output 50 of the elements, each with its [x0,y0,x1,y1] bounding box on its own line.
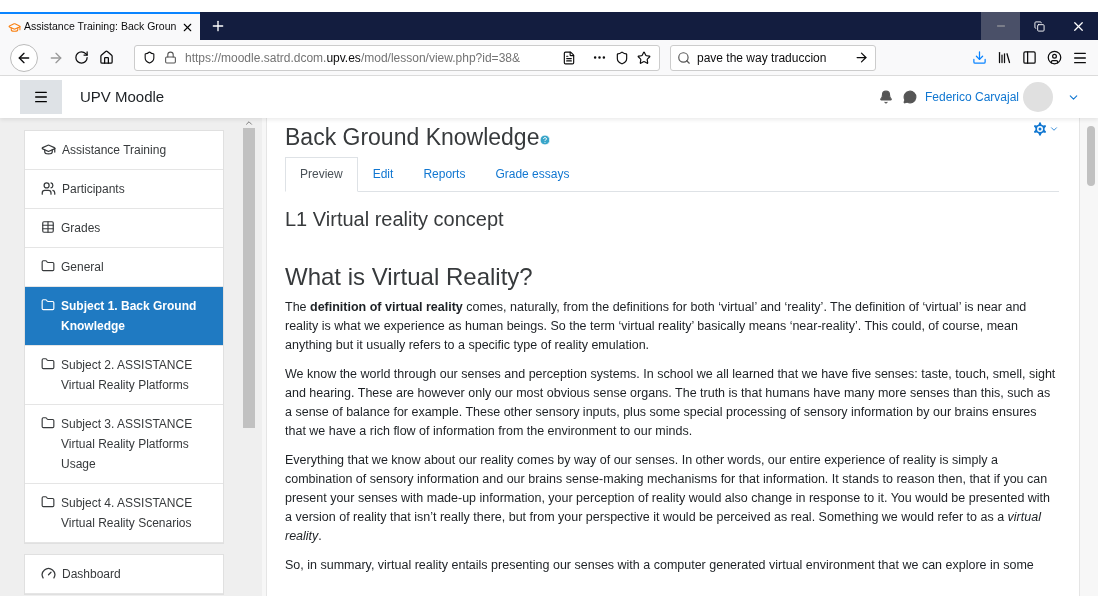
bell-icon[interactable] [878,90,893,104]
search-field[interactable]: pave the way traduccion [670,44,876,71]
star-icon[interactable] [637,50,651,65]
lock-icon [164,51,177,64]
moodle-icon [8,20,21,34]
address-bar[interactable]: https://moodle.satrd.dcom.upv.es/mod/lesson/view.php?id=38& [134,44,660,71]
tab[interactable]: Reports [408,156,481,191]
folder-icon [41,298,55,312]
paragraph: The definition of virtual reality comes, naturally, from the definitions for both ‘virtual’ and ‘reality’. The definition of ‘virtual’ is near and reality is what we experience as human beings. So the term ‘virtual reality’ basically means ‘near-reality’. This could, of course, mean anything but it usually refers to a specific type of reality emulation. [285,298,1028,354]
url-text: https://moodle.satrd.dcom.upv.es/mod/lesson/view.php?id=38& [185,49,521,67]
search-icon [677,50,691,65]
folder-icon [41,357,55,371]
paragraph: So, in summary, virtual reality entails presenting our senses with a computer generated virtual environment that we can explore in some [285,556,1035,574]
graduation-cap-icon [41,142,56,157]
chat-icon[interactable] [902,90,917,104]
hamburger-icon [33,89,49,105]
reload-icon[interactable] [74,50,89,65]
gauge-icon [41,566,56,581]
lesson-title: L1 Virtual reality concept [285,206,505,232]
help-icon[interactable] [539,134,552,146]
home-icon[interactable] [99,50,114,65]
browser-tab[interactable]: Assistance Training: Back Groun [0,12,200,40]
download-icon[interactable] [972,50,987,65]
settings-menu[interactable] [1031,120,1059,138]
tab[interactable]: Edit [357,156,409,191]
new-tab-icon[interactable] [210,18,226,34]
table-icon [41,220,55,234]
folder-icon [41,495,55,509]
site-name[interactable]: UPV Moodle [80,85,165,109]
restore-icon [1034,20,1045,32]
page-title: Back Ground Knowledge [285,123,540,152]
reader-view-icon[interactable] [562,50,576,65]
caret-icon [1049,124,1059,134]
user-name[interactable]: Federico Carvajal [924,88,1019,106]
paragraph: We know the world through our senses and perception systems. In school we all learned that we have five senses: taste, touch, smell, sight and hearing. These are however only our most obvious sense organs. The truth is that humans have many more senses than this, such as a sense of balance for example. These other sensory inputs, plus some special processing of sensory information by our brains ensures that we have a rich flow of information from the environment to our minds. [285,365,1057,440]
sidebar-item[interactable]: Subject 1. Back Ground Knowledge [25,287,223,346]
section-heading: What is Virtual Reality? [285,261,534,292]
shield-icon [143,51,156,64]
tab[interactable]: Grade essays [480,156,585,191]
folder-icon [41,259,55,273]
menu-button[interactable] [20,80,62,114]
sidebar-icon[interactable] [1022,50,1037,65]
users-icon [41,181,56,196]
library-icon[interactable] [997,50,1012,65]
account-icon[interactable] [1047,50,1062,65]
folder-icon [41,416,55,430]
tab[interactable]: Preview [285,156,358,192]
go-arrow-icon[interactable] [854,50,869,65]
back-button[interactable] [10,43,38,72]
paragraph: Everything that we know about our reality comes by way of our senses. In other words, our entire experience of reality is simply a combination of sensory information and our brains sense-making mechanisms for that information. It stands to reason then, that if you can present your senses with made-up information, your perception of reality would also change in response to it. You would be presented with a version of reality that isn’t really there, but from your perspective it would be perceived as real. Something we would refer to as a virtual reality. [285,451,1052,545]
